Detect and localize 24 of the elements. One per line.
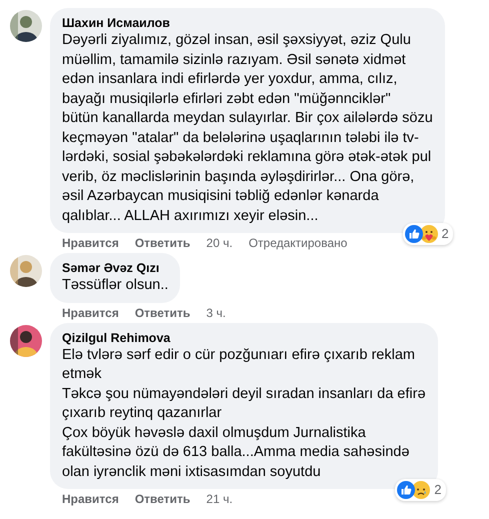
edited-label: Отредактировано [248, 236, 348, 251]
comment-action-link[interactable]: Ответить [134, 492, 190, 507]
author-name[interactable]: Səmər Əvəz Qızı [62, 260, 168, 276]
comment-action-link[interactable]: Нравится [62, 306, 119, 320]
reaction-badge[interactable]: 2 [395, 479, 446, 501]
comment-action-link[interactable]: Нравится [62, 492, 119, 507]
comment-text: Təssüflər olsun.. [62, 276, 168, 295]
reaction-badge[interactable]: 2 [402, 223, 453, 245]
hugging-face-icon [420, 225, 438, 243]
comment-time[interactable]: 21 ч. [206, 492, 233, 507]
reaction-count: 2 [442, 226, 449, 242]
thumbs-up-icon [397, 481, 416, 499]
comment-action-link[interactable]: Ответить [134, 236, 190, 251]
comment-action-link[interactable]: Нравится [62, 236, 119, 251]
comment-time[interactable]: 3 ч. [206, 306, 226, 320]
thumbs-up-icon [404, 225, 423, 243]
comment-action-link[interactable]: Ответить [134, 306, 190, 320]
comment-time[interactable]: 20 ч. [206, 236, 233, 251]
author-name[interactable]: Шахин Исмаилов [62, 15, 433, 31]
comment-text: Elə tvlərə sərf edir o cür pozğunıarı efirə çıxarıb reklam etmək Təkcə şou nümayəndələri deyil sıradan insanları da efirə çıxarıb reytinq qazanırlar Çox böyük həvəslə daxil olmuşdum Jurnalistika fakültəsinə özü də 613 balla...Amma media sahəsində olan iyrənclik məni ixtisasımdan soyutdu [62, 346, 426, 482]
reaction-count: 2 [434, 482, 442, 498]
sad-face-icon [412, 481, 430, 499]
comment-text: Dəyərli ziyalımız, gözəl insan, əsil şəxsiyyət, əziz Qulu müəllim, tamamilə sizinlə razıyam. Əsil sənətə xidmət edən insanlara indi efirlərdə yer yoxdur, amma, cılız, bayağı musiqilərlə efirləri zəbt edən "müğənnciklər" bütün kanallarda meydan sulayırlar. Bir çox ailələrdə sözu keçməyən "atalar" da belələrinə uşaqlarının tələbi ilə tv- lərdəki, sosial şəbəkələrdəki reklamına görə ətək-ətək pul verib, öz məclislərinin başında əyləşdirirlər... Ona görə, əsil Azərbaycan musiqisini təbliğ edənlər kənarda qalıblar... ALLAH axırımızı xeyir eləsin... [62, 31, 433, 226]
author-name[interactable]: Qizilgul Rehimova [62, 330, 426, 346]
